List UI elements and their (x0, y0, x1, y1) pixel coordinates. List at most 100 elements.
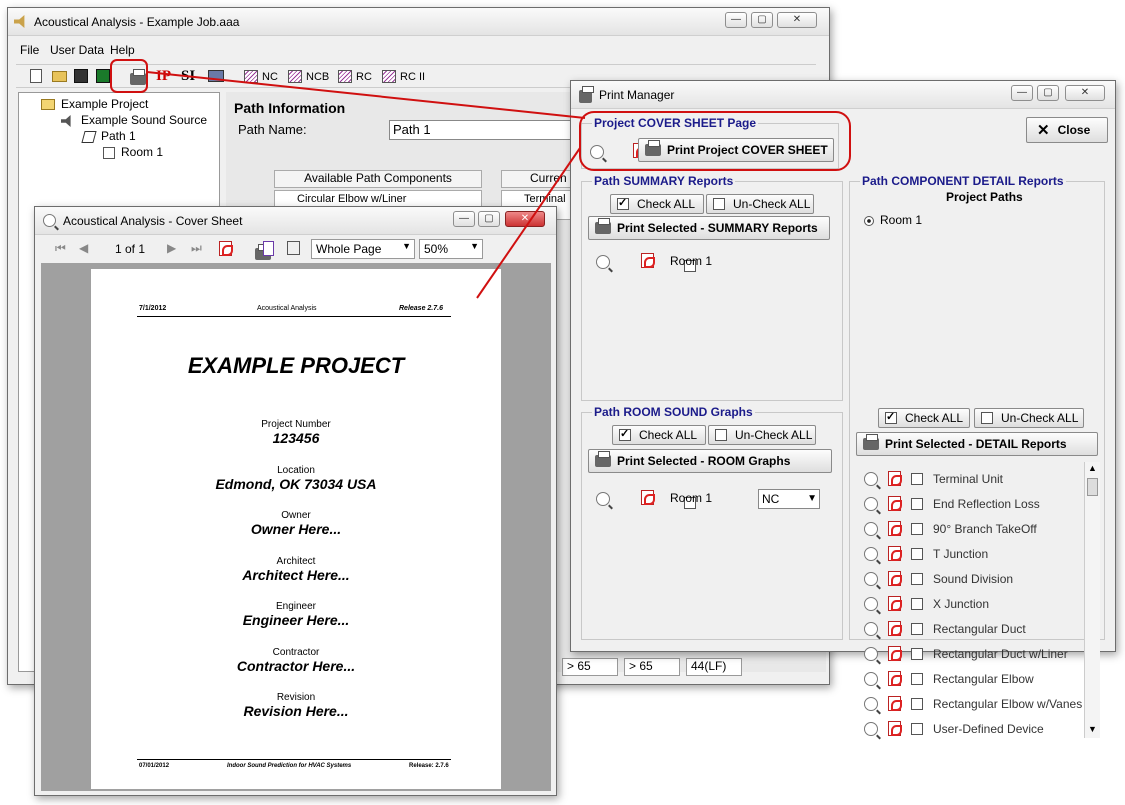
component-checkbox[interactable] (911, 522, 923, 535)
rc-button[interactable]: RC (356, 71, 372, 83)
pm-title-bar[interactable]: Print Manager — ▢ ✕ (571, 81, 1115, 109)
menu-file[interactable]: File (20, 43, 39, 57)
pdf-icon[interactable] (219, 241, 233, 256)
component-checkbox[interactable] (911, 622, 923, 635)
component-checkbox[interactable] (911, 472, 923, 485)
pdf-icon[interactable] (888, 571, 902, 586)
minimize-button[interactable]: — (725, 12, 747, 28)
list-item[interactable]: X Junction (858, 591, 989, 616)
print-summary-button[interactable]: Print Selected - SUMMARY Reports (588, 216, 830, 240)
pdf-icon[interactable] (888, 646, 902, 661)
tree-item-source[interactable]: Example Sound Source (81, 113, 207, 127)
nc-button[interactable]: NC (262, 71, 278, 83)
prev-page-icon[interactable]: ◀ (79, 241, 88, 255)
list-item[interactable]: T Junction (858, 541, 988, 566)
tree-item-project[interactable]: Example Project (61, 97, 148, 111)
preview-icon[interactable] (864, 496, 878, 511)
pm-close-x-button[interactable]: ✕ (1065, 85, 1105, 101)
zoom-mode-select[interactable]: Whole Page ▼ (311, 239, 415, 259)
preview-icon[interactable] (864, 671, 878, 686)
summary-uncheck-all-button[interactable]: Un-Check ALL (706, 194, 814, 214)
component-checkbox[interactable] (911, 572, 923, 585)
new-file-icon[interactable] (30, 69, 42, 83)
component-checkbox[interactable] (911, 722, 923, 735)
preview-icon[interactable] (864, 646, 878, 661)
save-as-icon[interactable] (96, 69, 110, 83)
list-item[interactable]: Rectangular Duct (858, 616, 1026, 641)
list-item[interactable]: Rectangular Duct w/Liner (858, 641, 1068, 666)
pdf-icon[interactable] (888, 521, 902, 536)
list-item[interactable]: Rectangular Elbow (858, 666, 1034, 691)
ncb-button[interactable]: NCB (306, 71, 329, 83)
ip-units-button[interactable]: IP (156, 68, 171, 85)
copy-icon[interactable] (287, 241, 300, 255)
print-icon[interactable] (130, 69, 146, 85)
component-checkbox[interactable] (911, 647, 923, 660)
calculator-icon[interactable] (208, 70, 224, 82)
detail-uncheck-all-button[interactable]: Un-Check ALL (974, 408, 1084, 428)
pdf-icon[interactable] (888, 721, 902, 736)
menu-help[interactable]: Help (110, 43, 135, 57)
pdf-icon[interactable] (888, 596, 902, 611)
preview-icon[interactable] (596, 492, 610, 506)
list-item[interactable]: 90° Branch TakeOff (858, 516, 1037, 541)
component-checkbox[interactable] (911, 697, 923, 710)
detail-check-all-button[interactable]: Check ALL (878, 408, 970, 428)
cover-minimize-button[interactable]: — (453, 211, 475, 227)
preview-icon[interactable] (864, 471, 878, 486)
scroll-up-icon[interactable]: ▲ (1088, 463, 1097, 473)
component-checkbox[interactable] (911, 497, 923, 510)
list-item[interactable]: User-Defined Device (858, 716, 1044, 741)
list-item[interactable]: Sound Division (858, 566, 1013, 591)
page-viewer[interactable]: 7/1/2012 Acoustical Analysis Release 2.7… (41, 263, 551, 791)
list-item[interactable]: Terminal Unit (858, 466, 1003, 491)
preview-icon[interactable] (864, 571, 878, 586)
rc-chart-icon[interactable] (338, 70, 352, 83)
cover-maximize-button[interactable]: ▢ (478, 211, 500, 227)
list-item[interactable]: Circular Elbow w/Liner (275, 191, 481, 207)
preview-icon[interactable] (864, 621, 878, 636)
path-radio[interactable] (864, 216, 874, 226)
component-checkbox[interactable] (911, 672, 923, 685)
component-checkbox[interactable] (911, 547, 923, 560)
room-check-all-button[interactable]: Check ALL (612, 425, 706, 445)
nc-chart-icon[interactable] (244, 70, 258, 83)
menu-user-data[interactable]: User Data (50, 43, 104, 57)
open-folder-icon[interactable] (52, 71, 67, 82)
pm-maximize-button[interactable]: ▢ (1037, 85, 1059, 101)
cover-close-button[interactable]: ✕ (505, 211, 545, 227)
preview-icon[interactable] (864, 596, 878, 611)
room-uncheck-all-button[interactable]: Un-Check ALL (708, 425, 816, 445)
main-title-bar[interactable]: Acoustical Analysis - Example Job.aaa — … (8, 8, 829, 36)
tree-item-room[interactable]: Room 1 (121, 145, 163, 159)
pdf-icon[interactable] (888, 471, 902, 486)
pdf-icon[interactable] (888, 621, 902, 636)
pdf-icon[interactable] (888, 696, 902, 711)
list-item[interactable]: End Reflection Loss (858, 491, 1040, 516)
preview-icon[interactable] (864, 521, 878, 536)
last-page-icon[interactable]: ⏭ (191, 241, 202, 256)
close-button[interactable]: ✕ (777, 12, 817, 28)
first-page-icon[interactable]: ⏮ (55, 241, 66, 256)
print-cover-button[interactable]: Print Project COVER SHEET (638, 138, 834, 162)
close-button[interactable]: ✕ Close (1026, 117, 1108, 143)
tree-item-path[interactable]: Path 1 (101, 129, 136, 143)
preview-icon[interactable] (590, 145, 604, 159)
list-item[interactable]: Rectangular Elbow w/Vanes (858, 691, 1082, 716)
pdf-icon[interactable] (641, 490, 656, 505)
cover-title-bar[interactable]: Acoustical Analysis - Cover Sheet — ▢ ✕ (35, 207, 556, 235)
rc2-chart-icon[interactable] (382, 70, 396, 83)
metric-select[interactable]: NC ▼ (758, 489, 820, 509)
print-detail-button[interactable]: Print Selected - DETAIL Reports (856, 432, 1098, 456)
summary-check-all-button[interactable]: Check ALL (610, 194, 704, 214)
scroll-down-icon[interactable]: ▼ (1088, 724, 1097, 734)
maximize-button[interactable]: ▢ (751, 12, 773, 28)
next-page-icon[interactable]: ▶ (167, 241, 176, 255)
preview-icon[interactable] (864, 546, 878, 561)
pdf-icon[interactable] (641, 253, 656, 268)
zoom-pct-select[interactable]: 50% ▼ (419, 239, 483, 259)
preview-icon[interactable] (864, 696, 878, 711)
scrollbar[interactable]: ▲ ▼ (1084, 462, 1100, 738)
pm-minimize-button[interactable]: — (1011, 85, 1033, 101)
print-room-graphs-button[interactable]: Print Selected - ROOM Graphs (588, 449, 832, 473)
